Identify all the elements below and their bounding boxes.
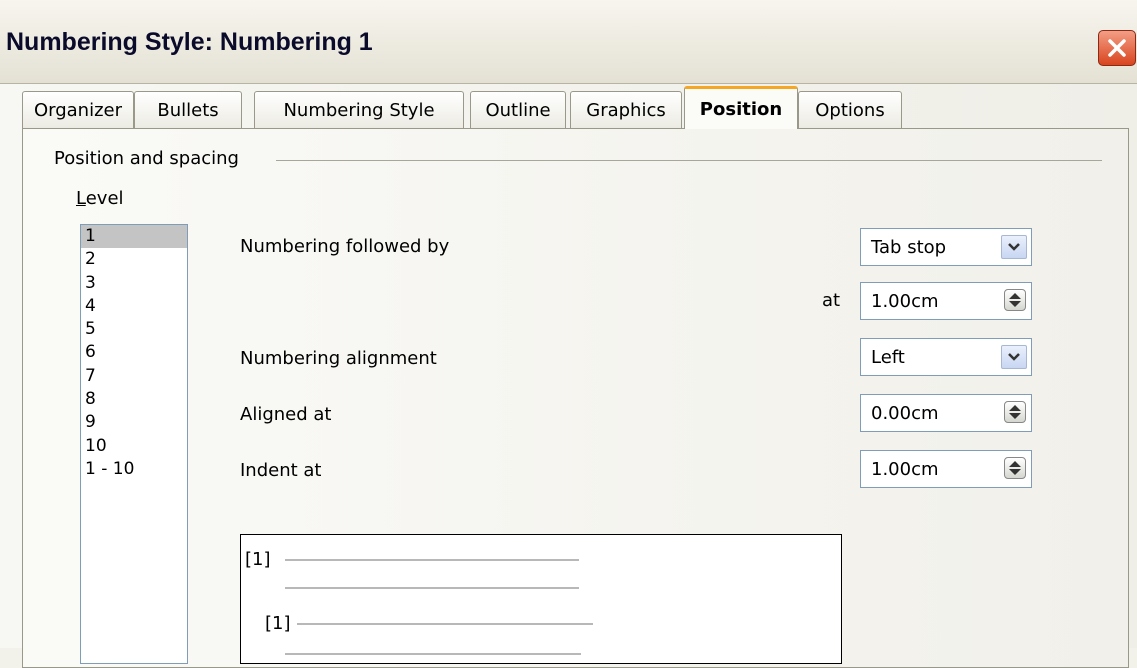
tab-label: Outline: [485, 99, 551, 121]
dropdown-button[interactable]: [1001, 345, 1027, 369]
spin-arrows-icon[interactable]: [1004, 401, 1026, 423]
spin-arrows-icon[interactable]: [1004, 457, 1026, 479]
preview-line: [297, 623, 593, 625]
group-label: Position and spacing: [54, 148, 239, 169]
preview-line: [285, 587, 579, 589]
tab-label: Bullets: [157, 99, 219, 121]
preview-marker: [1]: [245, 549, 271, 570]
tab-graphics[interactable]: Graphics: [570, 91, 682, 128]
at-label: at: [822, 290, 841, 311]
tab-outline[interactable]: Outline: [470, 91, 566, 128]
at-spinfield[interactable]: 1.00cm: [860, 282, 1032, 320]
level-list[interactable]: 1 2 3 4 5 6 7 8 9 10 1 - 10: [80, 224, 188, 664]
tab-bullets[interactable]: Bullets: [134, 91, 242, 128]
tab-label: Numbering Style: [283, 99, 435, 121]
list-item[interactable]: 6: [81, 341, 187, 364]
indent-at-spinfield[interactable]: 1.00cm: [860, 450, 1032, 488]
indent-at-label: Indent at: [240, 460, 322, 481]
tab-position[interactable]: Position: [684, 86, 798, 129]
tab-label: Options: [815, 99, 885, 121]
tab-organizer[interactable]: Organizer: [22, 91, 134, 128]
select-value: Left: [871, 347, 905, 368]
list-item[interactable]: 2: [81, 248, 187, 271]
list-item[interactable]: 4: [81, 295, 187, 318]
list-item[interactable]: 3: [81, 272, 187, 295]
tab-label: Position: [699, 98, 783, 120]
aligned-at-spinfield[interactable]: 0.00cm: [860, 394, 1032, 432]
list-item[interactable]: 10: [81, 435, 187, 458]
numbering-followed-by-select[interactable]: Tab stop: [860, 228, 1032, 266]
numbering-alignment-select[interactable]: Left: [860, 338, 1032, 376]
title-bar: Numbering Style: Numbering 1: [0, 0, 1137, 84]
spin-value: 1.00cm: [871, 459, 939, 480]
group-divider: [276, 160, 1102, 161]
dropdown-button[interactable]: [1001, 235, 1027, 259]
tab-label: Organizer: [33, 99, 123, 121]
aligned-at-label: Aligned at: [240, 404, 332, 425]
tab-label: Graphics: [586, 99, 666, 121]
list-item[interactable]: 5: [81, 318, 187, 341]
preview-line: [285, 653, 581, 655]
tab-numbering-style[interactable]: Numbering Style: [254, 91, 464, 128]
window-title: Numbering Style: Numbering 1: [6, 28, 373, 56]
spin-arrows-icon[interactable]: [1004, 289, 1026, 311]
numbering-alignment-label: Numbering alignment: [240, 348, 437, 369]
tab-options[interactable]: Options: [798, 91, 902, 128]
preview-line: [285, 559, 579, 561]
preview-marker: [1]: [265, 613, 291, 634]
list-item[interactable]: 7: [81, 365, 187, 388]
close-button[interactable]: [1098, 30, 1136, 66]
chevron-down-icon: [1008, 353, 1020, 361]
list-item[interactable]: 1: [81, 225, 187, 249]
level-label: Level: [76, 188, 124, 209]
list-item[interactable]: 8: [81, 388, 187, 411]
chevron-down-icon: [1008, 243, 1020, 251]
spin-value: 0.00cm: [871, 403, 939, 424]
spin-value: 1.00cm: [871, 291, 939, 312]
close-icon: [1108, 39, 1126, 57]
numbering-followed-by-label: Numbering followed by: [240, 236, 450, 257]
list-item[interactable]: 1 - 10: [81, 458, 187, 481]
preview-box: [1] [1]: [240, 534, 842, 664]
list-item[interactable]: 9: [81, 411, 187, 434]
select-value: Tab stop: [871, 237, 947, 258]
